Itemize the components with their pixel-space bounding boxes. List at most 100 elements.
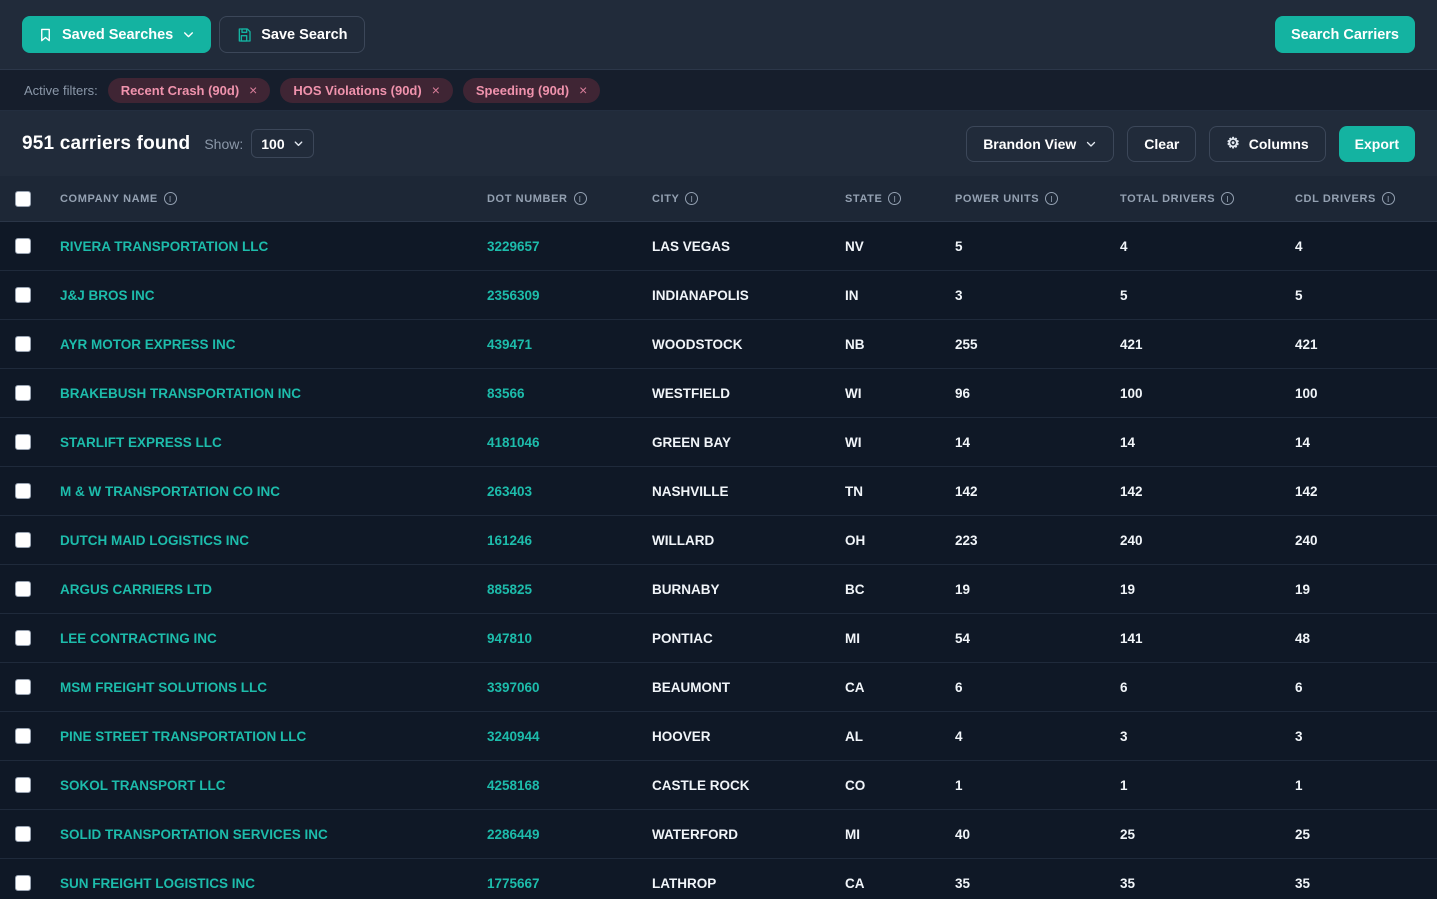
dot-number-link[interactable]: 885825	[487, 582, 652, 597]
company-link[interactable]: RIVERA TRANSPORTATION LLC	[60, 239, 487, 254]
company-link[interactable]: DUTCH MAID LOGISTICS INC	[60, 533, 487, 548]
info-icon[interactable]: i	[685, 192, 699, 205]
info-icon[interactable]: i	[573, 192, 587, 205]
remove-filter-icon[interactable]: ×	[432, 83, 440, 97]
power-units-cell: 35	[955, 875, 971, 891]
power-units-cell: 255	[955, 336, 978, 352]
row-checkbox[interactable]	[15, 875, 31, 891]
clear-label: Clear	[1144, 135, 1180, 152]
company-link[interactable]: J&J BROS INC	[60, 288, 487, 303]
column-header-power-units[interactable]: POWER UNITS i	[955, 192, 1120, 205]
total-drivers-cell: 240	[1120, 532, 1143, 548]
row-checkbox-cell	[0, 483, 60, 499]
search-carriers-button[interactable]: Search Carriers	[1274, 16, 1415, 53]
dot-number-link[interactable]: 83566	[487, 386, 652, 401]
column-header-label: POWER UNITS	[955, 192, 1040, 205]
gear-icon: ⚙	[1226, 135, 1240, 152]
dot-number-link[interactable]: 2356309	[487, 288, 652, 303]
row-checkbox[interactable]	[15, 532, 31, 548]
table-row: BRAKEBUSH TRANSPORTATION INC 83566 WESTFIE…	[0, 369, 1437, 418]
company-link[interactable]: M & W TRANSPORTATION CO INC	[60, 484, 487, 499]
saved-searches-button[interactable]: Saved Searches	[22, 16, 212, 53]
cdl-drivers-cell: 4	[1295, 238, 1303, 254]
column-header-cdl-drivers[interactable]: CDL DRIVERS i	[1295, 192, 1437, 205]
info-icon[interactable]: i	[1045, 192, 1059, 205]
row-checkbox[interactable]	[15, 336, 31, 352]
cdl-drivers-cell: 421	[1295, 336, 1318, 352]
row-checkbox[interactable]	[15, 581, 31, 597]
cdl-drivers-cell: 142	[1295, 483, 1318, 499]
row-checkbox[interactable]	[15, 679, 31, 695]
total-drivers-cell: 5	[1120, 287, 1128, 303]
save-search-label: Save Search	[261, 26, 348, 43]
dot-number-link[interactable]: 4258168	[487, 778, 652, 793]
row-checkbox-cell	[0, 287, 60, 303]
company-link[interactable]: AYR MOTOR EXPRESS INC	[60, 337, 487, 352]
dot-number-link[interactable]: 1775667	[487, 876, 652, 891]
row-checkbox[interactable]	[15, 434, 31, 450]
table-row: MSM FREIGHT SOLUTIONS LLC 3397060 BEAUMONT…	[0, 663, 1437, 712]
info-icon[interactable]: i	[1221, 192, 1235, 205]
cdl-drivers-cell: 240	[1295, 532, 1318, 548]
remove-filter-icon[interactable]: ×	[249, 83, 257, 97]
row-checkbox[interactable]	[15, 826, 31, 842]
columns-button[interactable]: ⚙ Columns	[1209, 125, 1326, 162]
dot-number-link[interactable]: 439471	[487, 337, 652, 352]
company-link[interactable]: MSM FREIGHT SOLUTIONS LLC	[60, 680, 487, 695]
table-body: RIVERA TRANSPORTATION LLC 3229657 LAS VEGA…	[0, 222, 1437, 899]
info-icon[interactable]: i	[888, 192, 902, 205]
company-link[interactable]: LEE CONTRACTING INC	[60, 631, 487, 646]
column-header-state[interactable]: STATE i	[845, 192, 955, 205]
row-checkbox[interactable]	[15, 385, 31, 401]
column-header-dot-number[interactable]: DOT NUMBER i	[487, 192, 652, 205]
dot-number-link[interactable]: 3240944	[487, 729, 652, 744]
cdl-drivers-cell: 14	[1295, 434, 1311, 450]
page-size-select[interactable]: 100	[251, 129, 314, 158]
view-selector-button[interactable]: Brandon View	[966, 125, 1115, 162]
total-drivers-cell: 35	[1120, 875, 1136, 891]
select-all-checkbox[interactable]	[15, 190, 31, 207]
company-link[interactable]: ARGUS CARRIERS LTD	[60, 582, 487, 597]
clear-button[interactable]: Clear	[1127, 125, 1197, 162]
column-header-label: TOTAL DRIVERS	[1120, 192, 1216, 205]
export-button[interactable]: Export	[1338, 125, 1415, 162]
export-label: Export	[1354, 135, 1399, 152]
dot-number-link[interactable]: 4181046	[487, 435, 652, 450]
row-checkbox[interactable]	[15, 728, 31, 744]
company-link[interactable]: PINE STREET TRANSPORTATION LLC	[60, 729, 487, 744]
total-drivers-cell: 6	[1120, 679, 1128, 695]
company-link[interactable]: SOLID TRANSPORTATION SERVICES INC	[60, 827, 487, 842]
company-link[interactable]: SOKOL TRANSPORT LLC	[60, 778, 487, 793]
column-header-city[interactable]: CITY i	[652, 192, 845, 205]
power-units-cell: 40	[955, 826, 971, 842]
row-checkbox[interactable]	[15, 483, 31, 499]
column-header-company-name[interactable]: COMPANY NAME i	[60, 192, 487, 205]
company-link[interactable]: SUN FREIGHT LOGISTICS INC	[60, 876, 487, 891]
power-units-cell: 14	[955, 434, 971, 450]
dot-number-link[interactable]: 2286449	[487, 827, 652, 842]
state-cell: TN	[845, 483, 863, 499]
dot-number-link[interactable]: 3397060	[487, 680, 652, 695]
dot-number-link[interactable]: 3229657	[487, 239, 652, 254]
state-cell: NB	[845, 336, 865, 352]
city-cell: NASHVILLE	[652, 483, 729, 499]
row-checkbox[interactable]	[15, 287, 31, 303]
dot-number-link[interactable]: 947810	[487, 631, 652, 646]
state-cell: WI	[845, 434, 862, 450]
table-row: RIVERA TRANSPORTATION LLC 3229657 LAS VEGA…	[0, 222, 1437, 271]
row-checkbox[interactable]	[15, 630, 31, 646]
row-checkbox[interactable]	[15, 777, 31, 793]
city-cell: LAS VEGAS	[652, 238, 731, 254]
table-row: SOKOL TRANSPORT LLC 4258168 CASTLE ROCK CO 1…	[0, 761, 1437, 810]
filter-chip: Recent Crash (90d) ×	[107, 77, 271, 103]
save-search-button[interactable]: Save Search	[219, 16, 365, 53]
column-header-total-drivers[interactable]: TOTAL DRIVERS i	[1120, 192, 1295, 205]
company-link[interactable]: BRAKEBUSH TRANSPORTATION INC	[60, 386, 487, 401]
dot-number-link[interactable]: 161246	[487, 533, 652, 548]
company-link[interactable]: STARLIFT EXPRESS LLC	[60, 435, 487, 450]
info-icon[interactable]: i	[1381, 192, 1395, 205]
dot-number-link[interactable]: 263403	[487, 484, 652, 499]
remove-filter-icon[interactable]: ×	[579, 83, 587, 97]
info-icon[interactable]: i	[163, 192, 177, 205]
row-checkbox[interactable]	[15, 238, 31, 254]
